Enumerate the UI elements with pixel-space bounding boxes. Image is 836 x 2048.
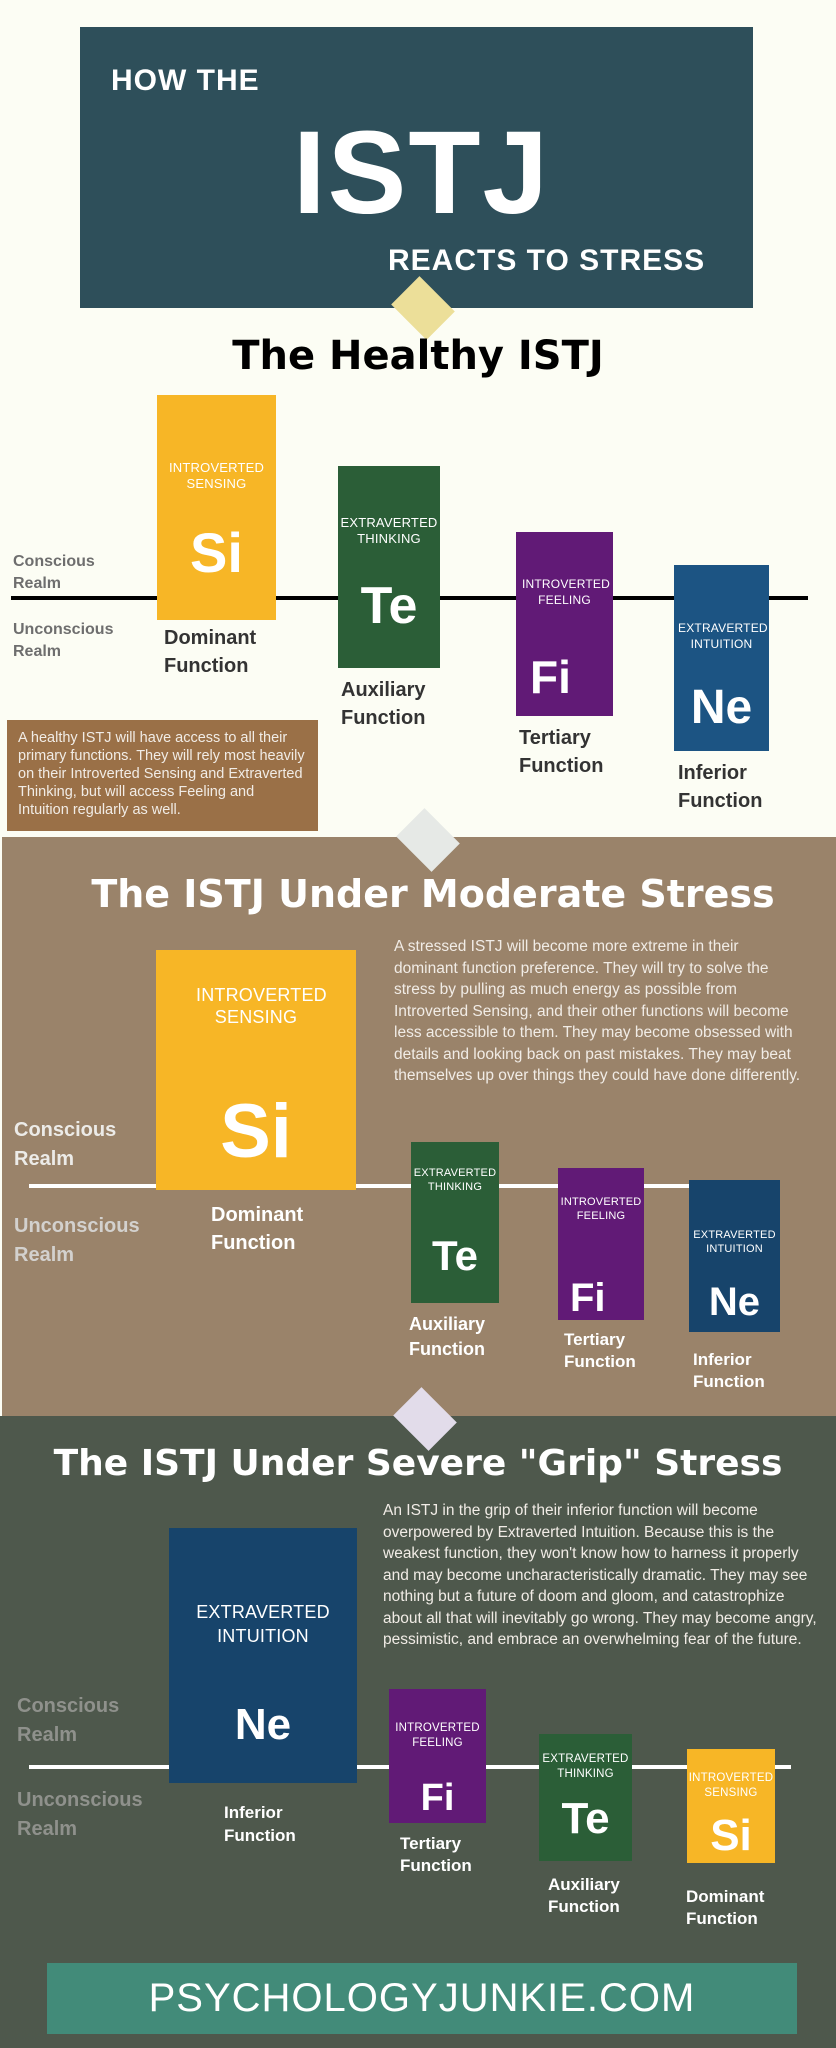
healthy-te-box: EXTRAVERTED THINKING Te — [338, 466, 440, 668]
healthy-ne-role: Inferior Function — [678, 762, 763, 812]
title-type: ISTJ — [292, 107, 551, 239]
severe-unconscious-label: Unconscious Realm — [17, 1789, 143, 1840]
severe-te-role: Auxiliary Function — [548, 1875, 620, 1916]
healthy-title: The Healthy ISTJ — [232, 333, 604, 379]
severe-si-box: INTROVERTED SENSING Si — [687, 1749, 775, 1863]
function-name: INTROVERTED FEELING — [560, 1196, 642, 1222]
function-abbr: Te — [432, 1232, 478, 1279]
healthy-fi-role: Tertiary Function — [519, 727, 604, 777]
footer-site-link[interactable]: PSYCHOLOGYJUNKIE.COM — [47, 1963, 797, 2034]
moderate-te-box: EXTRAVERTED THINKING Te — [411, 1142, 499, 1303]
healthy-ne-box: EXTRAVERTED INTUITION Ne — [674, 565, 769, 751]
moderate-si-role: Dominant Function — [211, 1204, 304, 1254]
moderate-title: The ISTJ Under Moderate Stress — [91, 872, 775, 916]
function-name: INTROVERTED SENSING — [169, 460, 265, 491]
function-abbr: Ne — [234, 1700, 292, 1749]
function-abbr: Te — [360, 577, 418, 635]
severe-ne-box: EXTRAVERTED INTUITION Ne — [169, 1528, 357, 1783]
severe-description: An ISTJ in the grip of their inferior fu… — [383, 1502, 817, 1648]
function-abbr: Ne — [708, 1280, 761, 1324]
function-name: EXTRAVERTED THINKING — [340, 515, 438, 546]
healthy-si-role: Dominant Function — [164, 627, 257, 677]
function-abbr: Si — [220, 1089, 292, 1174]
moderate-conscious-label: Conscious Realm — [14, 1119, 117, 1170]
function-name: EXTRAVERTED INTUITION — [678, 621, 768, 651]
function-name: INTROVERTED SENSING — [196, 985, 327, 1027]
function-name: EXTRAVERTED THINKING — [413, 1167, 497, 1193]
severe-ne-role: Inferior Function — [224, 1803, 296, 1845]
title-line-2: REACTS TO STRESS — [388, 244, 706, 277]
function-abbr: Fi — [530, 651, 571, 703]
severe-te-box: EXTRAVERTED THINKING Te — [539, 1734, 632, 1861]
healthy-te-role: Auxiliary Function — [341, 679, 426, 729]
function-abbr: Te — [561, 1794, 610, 1843]
healthy-description: A healthy ISTJ will have access to all t… — [7, 720, 318, 831]
moderate-ne-role: Inferior Function — [693, 1350, 765, 1391]
function-name: INTROVERTED FEELING — [395, 1722, 480, 1749]
moderate-ne-box: EXTRAVERTED INTUITION Ne — [689, 1180, 780, 1332]
moderate-fi-box: INTROVERTED FEELING Fi — [558, 1168, 644, 1320]
function-name: INTROVERTED FEELING — [522, 577, 610, 607]
moderate-realm-divider — [29, 1184, 756, 1188]
function-abbr: Fi — [570, 1276, 606, 1320]
function-name: EXTRAVERTED THINKING — [542, 1753, 629, 1780]
healthy-fi-box: INTROVERTED FEELING Fi — [516, 532, 613, 716]
severe-conscious-label: Conscious Realm — [17, 1695, 120, 1746]
moderate-description: A stressed ISTJ will become more extreme… — [394, 938, 801, 1084]
title-line-1: HOW THE — [111, 64, 260, 97]
function-name: EXTRAVERTED INTUITION — [196, 1602, 330, 1646]
function-abbr: Si — [710, 1811, 752, 1860]
function-abbr: Si — [190, 521, 243, 584]
severe-fi-role: Tertiary Function — [400, 1834, 472, 1875]
severe-si-role: Dominant Function — [686, 1887, 765, 1928]
moderate-fi-role: Tertiary Function — [564, 1330, 636, 1371]
function-name: INTROVERTED SENSING — [688, 1772, 774, 1799]
moderate-unconscious-label: Unconscious Realm — [14, 1215, 140, 1266]
moderate-te-role: Auxiliary Function — [409, 1314, 486, 1359]
healthy-unconscious-label: Unconscious Realm — [13, 621, 114, 660]
healthy-si-box: INTROVERTED SENSING Si — [157, 395, 276, 620]
moderate-si-box: INTROVERTED SENSING Si — [156, 950, 356, 1190]
severe-title: The ISTJ Under Severe "Grip" Stress — [53, 1443, 783, 1484]
function-abbr: Ne — [690, 681, 753, 734]
healthy-conscious-label: Conscious Realm — [13, 553, 95, 592]
function-abbr: Fi — [420, 1777, 455, 1819]
function-name: EXTRAVERTED INTUITION — [693, 1229, 776, 1255]
severe-fi-box: INTROVERTED FEELING Fi — [389, 1689, 486, 1823]
title-banner: HOW THE ISTJ REACTS TO STRESS — [80, 27, 753, 308]
